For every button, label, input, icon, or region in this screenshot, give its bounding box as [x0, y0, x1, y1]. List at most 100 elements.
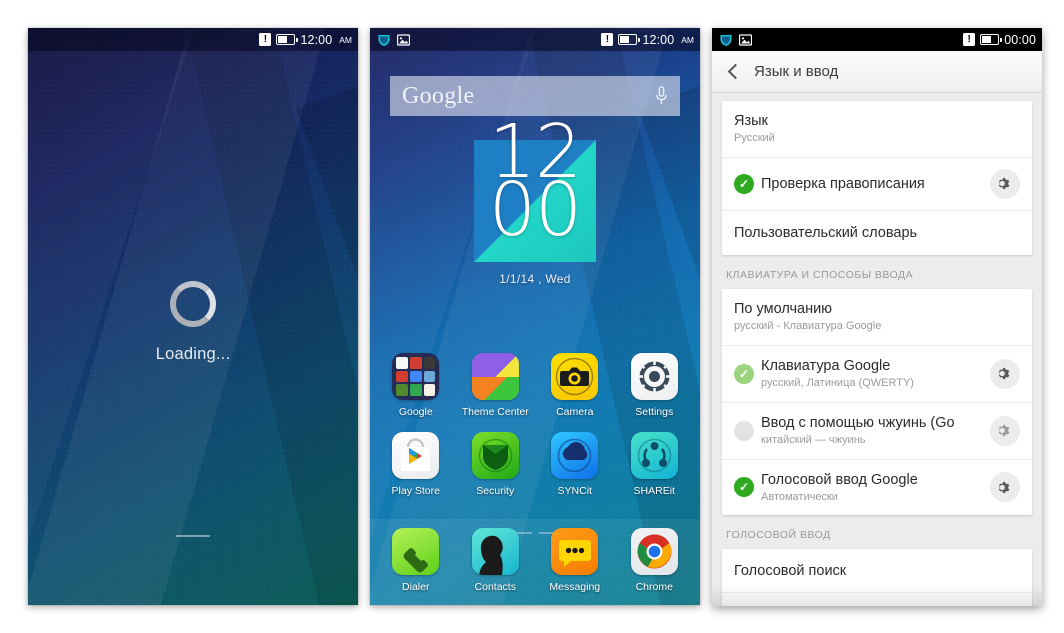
clock-widget[interactable]: 12 00 1/1/14 , Wed: [370, 115, 700, 286]
status-clock-ampm: AM: [339, 34, 352, 45]
google-search-label: Google: [402, 82, 475, 109]
row-spell-check[interactable]: ✓ Проверка правописания: [722, 158, 1032, 211]
loading-label: Loading...: [155, 345, 231, 363]
status-left-icons-settings: [719, 33, 753, 47]
settings-card-keyboard: По умолчанию русский - Клавиатура Google…: [722, 288, 1032, 516]
app-camera[interactable]: Camera: [538, 353, 612, 418]
battery-icon: [980, 34, 1002, 45]
row-title: Клавиатура Google: [761, 357, 891, 374]
loading-spinner-icon: [170, 281, 216, 327]
app-label: Security: [476, 485, 515, 497]
settings-appbar: Язык и ввод: [712, 51, 1042, 93]
settings-card-language: Язык Русский ✓ Проверка правописания Пол…: [722, 101, 1032, 255]
row-subtitle: русский, Латиница (QWERTY): [761, 376, 914, 389]
messaging-bubble-icon: [551, 528, 599, 575]
row-subtitle: Русский: [734, 132, 775, 145]
status-bar-settings: 00:00: [712, 28, 1042, 51]
row-title: Язык: [734, 113, 768, 129]
google-folder-icon: [392, 353, 440, 400]
checkbox-unchecked-icon[interactable]: [734, 420, 754, 441]
app-security[interactable]: Security: [458, 432, 532, 497]
app-label: Google: [398, 406, 433, 418]
app-play-store[interactable]: Play Store: [379, 432, 453, 497]
checkbox-checked-icon[interactable]: ✓: [734, 173, 754, 194]
app-google-folder[interactable]: Google: [379, 353, 453, 418]
loading-indicator-group: Loading...: [28, 281, 358, 364]
gear-icon[interactable]: [990, 472, 1020, 503]
app-label: Play Store: [391, 485, 440, 497]
app-dialer[interactable]: Dialer: [379, 528, 453, 593]
app-label: Contacts: [474, 581, 516, 593]
row-subtitle: Автоматически: [761, 490, 838, 503]
row-subtitle: русский - Клавиатура Google: [734, 320, 882, 332]
gear-icon[interactable]: [990, 168, 1020, 199]
section-header-voice: ГОЛОСОВОЙ ВВОД: [726, 529, 831, 542]
app-settings[interactable]: Settings: [617, 353, 691, 418]
app-label: SHAREit: [633, 485, 675, 497]
row-title: По умолчанию: [734, 300, 833, 317]
row-title: Голосовой поиск: [734, 562, 847, 579]
status-bar-lock: 12:00 AM: [28, 28, 358, 51]
status-right-icons-settings: 00:00: [963, 33, 1036, 47]
app-messaging[interactable]: Messaging: [538, 528, 612, 593]
row-zhuyin-input[interactable]: Ввод с помощью чжуинь (Go китайский — чж…: [722, 403, 1032, 460]
app-shareit[interactable]: SHAREit: [617, 432, 691, 497]
settings-body: Язык и ввод Язык Русский ✓ Проверка прав…: [712, 51, 1042, 606]
gear-icon[interactable]: [990, 358, 1020, 389]
phone-handset-icon: [392, 528, 440, 575]
shareit-icon: [630, 432, 678, 479]
clock-date: 1/1/14 , Wed: [499, 272, 571, 286]
gear-icon[interactable]: [990, 415, 1020, 446]
app-chrome[interactable]: Chrome: [617, 528, 691, 593]
app-contacts[interactable]: Contacts: [458, 528, 532, 593]
security-shield-icon: [471, 432, 519, 479]
section-header-keyboard: КЛАВИАТУРА И СПОСОБЫ ВВОДА: [726, 268, 914, 281]
screenshot-icon: [396, 33, 411, 46]
settings-scroll[interactable]: Язык Русский ✓ Проверка правописания Пол…: [712, 93, 1042, 606]
sim-alert-icon: [259, 33, 272, 46]
chrome-icon: [630, 528, 678, 575]
dock-row-wrap: Dialer Contacts Messaging Chrome: [376, 528, 694, 593]
row-google-keyboard[interactable]: ✓ Клавиатура Google русский, Латиница (Q…: [722, 346, 1032, 403]
row-title: Проверка правописания: [761, 175, 925, 192]
microphone-icon[interactable]: [655, 86, 668, 106]
dock-row: Dialer Contacts Messaging Chrome: [376, 528, 694, 593]
app-theme-center[interactable]: Theme Center: [458, 353, 532, 418]
row-default-keyboard[interactable]: По умолчанию русский - Клавиатура Google: [722, 289, 1032, 346]
app-label: Chrome: [635, 581, 673, 593]
phone-screen-lock: 12:00 AM Loading...: [28, 28, 358, 605]
theme-center-icon: [471, 353, 519, 400]
row-partial-below[interactable]: [722, 593, 1032, 606]
screenshot-icon: [738, 33, 753, 46]
status-bar-home: 12:00 AM: [370, 28, 700, 51]
lock-bottom-handle[interactable]: [176, 535, 210, 537]
row-language[interactable]: Язык Русский: [722, 101, 1032, 158]
camera-icon: [551, 353, 599, 400]
app-row: Google Theme Center Camera Settings: [376, 353, 694, 418]
status-left-icons-home: [377, 33, 411, 47]
row-voice-search[interactable]: Голосовой поиск: [722, 549, 1032, 594]
row-google-voice-typing[interactable]: ✓ Голосовой ввод Google Автоматически: [722, 460, 1032, 516]
row-title: Пользовательский словарь: [734, 224, 918, 241]
app-label: Theme Center: [461, 406, 529, 418]
status-clock: 00:00: [1004, 32, 1036, 47]
status-clock: 12:00: [642, 32, 675, 47]
app-label: Messaging: [549, 581, 601, 593]
app-label: SYNCit: [557, 485, 592, 497]
app-grid: Google Theme Center Camera Settings Play…: [376, 353, 694, 497]
app-syncit[interactable]: SYNCit: [538, 432, 612, 497]
checkbox-checked-icon[interactable]: ✓: [734, 477, 754, 498]
status-right-icons-home: 12:00 AM: [601, 33, 694, 47]
syncit-icon: [551, 432, 599, 479]
shield-icon: [719, 33, 733, 47]
battery-icon: [276, 34, 298, 45]
clock-minutes: 00: [488, 167, 582, 254]
app-label: Settings: [635, 406, 674, 418]
row-user-dictionary[interactable]: Пользовательский словарь: [722, 211, 1032, 255]
back-chevron-icon[interactable]: [726, 64, 742, 80]
status-clock: 12:00: [300, 32, 333, 47]
contacts-person-icon: [471, 528, 519, 575]
row-title: Голосовой ввод Google: [761, 471, 918, 488]
app-label: Camera: [556, 406, 594, 418]
checkbox-checked-icon[interactable]: ✓: [734, 363, 754, 384]
